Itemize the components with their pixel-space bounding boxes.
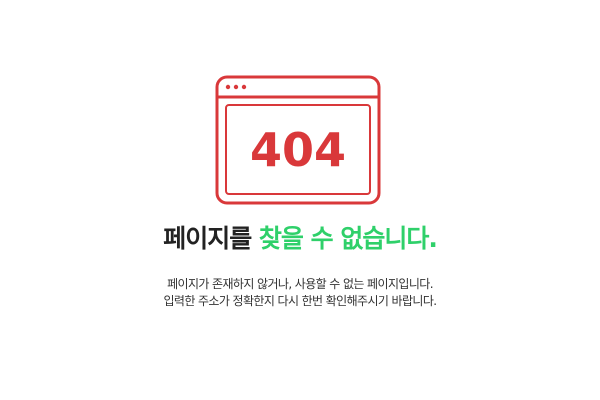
window-dot-icon: [241, 84, 247, 90]
browser-window-icon: 404: [215, 75, 381, 205]
error-code: 404: [250, 123, 346, 177]
error-description: 페이지가 존재하지 않거나, 사용할 수 없는 페이지입니다. 입력한 주소가 …: [0, 276, 600, 310]
not-found-page: 404 페이지를 찾을 수 없습니다. 페이지가 존재하지 않거나, 사용할 수…: [0, 0, 600, 400]
page-title-prefix: 페이지를: [163, 224, 259, 253]
error-description-line: 입력한 주소가 정확한지 다시 한번 확인해주시기 바랍니다.: [163, 294, 437, 308]
page-title-highlight: 찾을 수 없습니다.: [258, 224, 438, 253]
window-dot-icon: [225, 84, 231, 90]
browser-window-graphic: 404: [215, 75, 381, 205]
error-description-line: 페이지가 존재하지 않거나, 사용할 수 없는 페이지입니다.: [167, 277, 433, 291]
window-dot-icon: [233, 84, 239, 90]
page-title: 페이지를 찾을 수 없습니다.: [0, 222, 600, 256]
